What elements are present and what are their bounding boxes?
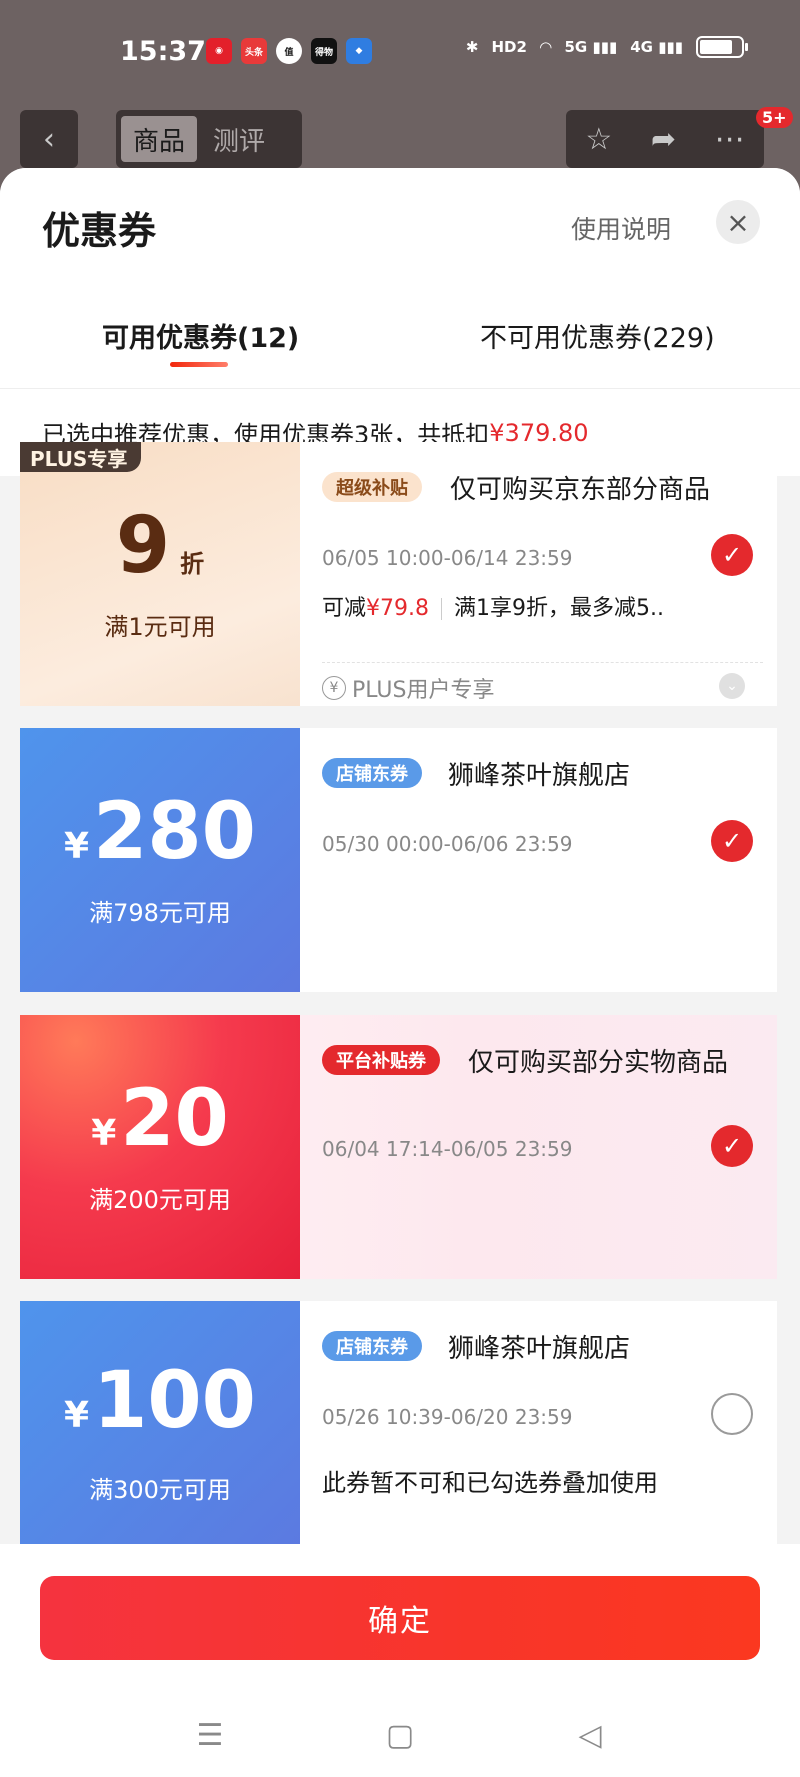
sheet-header: 优惠券 使用说明 × 可用优惠券(12) 不可用优惠券(229): [0, 168, 800, 388]
coupon-condition: 满1元可用: [104, 612, 216, 641]
smzdm-icon: 值: [276, 38, 302, 64]
coupon-date: 05/26 10:39-06/20 23:59: [322, 1405, 573, 1429]
coupon-name: 仅可购买部分实物商品: [468, 1048, 729, 1078]
coupon-saving: 可减¥79.8 满1享9折，最多减5..: [322, 596, 664, 621]
plus-exclusive-badge: PLUS专享: [20, 442, 142, 472]
back-nav-icon[interactable]: ◁: [570, 1715, 610, 1755]
coupon-date: 05/30 00:00-06/06 23:59: [322, 832, 573, 856]
app-icon: ◆: [346, 38, 372, 64]
home-icon[interactable]: ▢: [380, 1715, 420, 1755]
coupon-condition: 满798元可用: [89, 898, 231, 927]
tab-review[interactable]: 测评: [201, 116, 277, 162]
divider: [322, 662, 763, 663]
coupon-card[interactable]: ¥ 100 满300元可用 店铺东券 狮峰茶叶旗舰店 05/26 10:39-0…: [20, 1301, 777, 1565]
confirm-button[interactable]: 确定: [40, 1576, 760, 1660]
coupon-value-panel: ¥ 280 满798元可用: [20, 728, 300, 992]
coupon-tag: 平台补贴券: [322, 1045, 440, 1075]
coupon-card[interactable]: ¥ 20 满200元可用 平台补贴券 仅可购买部分实物商品 06/04 17:1…: [20, 1015, 777, 1279]
coupon-value-panel: ¥ 20 满200元可用: [20, 1015, 300, 1279]
netease-music-icon: ◉: [206, 38, 232, 64]
coupon-value-panel: 9 折 满1元可用: [20, 442, 300, 706]
coupon-date: 06/05 10:00-06/14 23:59: [322, 546, 573, 570]
coupon-checkbox-checked[interactable]: ✓: [711, 534, 753, 576]
usage-instructions-link[interactable]: 使用说明: [571, 210, 671, 246]
coupon-name: 狮峰茶叶旗舰店: [448, 1334, 631, 1364]
coupon-sheet: 优惠券 使用说明 × 可用优惠券(12) 不可用优惠券(229) 已选中推荐优惠…: [0, 168, 800, 1777]
coupon-currency: ¥: [91, 1112, 117, 1154]
status-bar: 15:37 ◉ 头条 值 得物 ◆ ✱ HD2 ◠ 5G ▮▮▮ 4G ▮▮▮: [0, 0, 800, 105]
close-icon[interactable]: ×: [716, 200, 760, 244]
coupon-tag: 店铺东券: [322, 1331, 422, 1361]
coupon-condition: 满300元可用: [89, 1475, 231, 1504]
coupon-amount: 280: [93, 786, 256, 877]
share-icon[interactable]: ➦: [651, 122, 676, 157]
star-icon[interactable]: ☆: [585, 122, 612, 157]
coupon-unit: 折: [180, 549, 205, 578]
wifi-icon: ◠: [539, 38, 552, 56]
coupon-amount: 9: [115, 500, 171, 591]
tab-product[interactable]: 商品: [121, 116, 198, 162]
coupon-name: 狮峰茶叶旗舰店: [448, 761, 631, 791]
chevron-down-icon[interactable]: ⌄: [719, 673, 745, 699]
coupon-card[interactable]: 9 折 满1元可用 PLUS专享 超级补贴 仅可购买京东部分商品 06/05 1…: [20, 442, 777, 706]
coupon-card[interactable]: ¥ 280 满798元可用 店铺东券 狮峰茶叶旗舰店 05/30 00:00-0…: [20, 728, 777, 992]
system-nav-bar: ☰ ▢ ◁: [0, 1701, 800, 1777]
sheet-title: 优惠券: [42, 209, 157, 253]
coupon-note: 此券暂不可和已勾选券叠加使用: [322, 1469, 658, 1497]
coupon-currency: ¥: [64, 825, 90, 867]
dewu-icon: 得物: [311, 38, 337, 64]
more-icon[interactable]: ⋯: [715, 122, 745, 157]
bluetooth-icon: ✱: [465, 38, 479, 56]
coupon-condition: 满200元可用: [89, 1185, 231, 1214]
message-badge: 5+: [756, 107, 793, 128]
tab-available-coupons[interactable]: 可用优惠券(12): [102, 316, 299, 355]
signal-4g: 4G ▮▮▮: [630, 38, 683, 56]
background-actions: ☆ ➦ ⋯: [566, 110, 764, 168]
background-tabs: 商品 测评: [116, 110, 302, 168]
status-time: 15:37: [120, 36, 206, 67]
coupon-name: 仅可购买京东部分商品: [450, 475, 711, 505]
coupon-tag: 超级补贴: [322, 472, 422, 502]
status-right: ✱ HD2 ◠ 5G ▮▮▮ 4G ▮▮▮: [465, 36, 748, 58]
coupon-checkbox-checked[interactable]: ✓: [711, 1125, 753, 1167]
toutiao-icon: 头条: [241, 38, 267, 64]
coupon-amount: 20: [120, 1073, 229, 1164]
back-icon[interactable]: ‹: [20, 110, 78, 168]
coupon-date: 06/04 17:14-06/05 23:59: [322, 1137, 573, 1161]
notification-icons: ◉ 头条 值 得物 ◆: [206, 38, 372, 64]
battery-icon: [696, 36, 748, 58]
signal-5g: 5G ▮▮▮: [564, 38, 618, 56]
background-nav: ‹ 商品 测评 ☆ ➦ ⋯ 5+: [0, 105, 800, 173]
coupon-checkbox-checked[interactable]: ✓: [711, 820, 753, 862]
coupon-footer: ¥ PLUS用户专享: [322, 672, 495, 704]
menu-icon[interactable]: ☰: [190, 1715, 230, 1755]
coupon-tag: 店铺东券: [322, 758, 422, 788]
coupon-checkbox-unchecked[interactable]: [711, 1393, 753, 1435]
tab-unavailable-coupons[interactable]: 不可用优惠券(229): [480, 316, 715, 355]
coupon-value-panel: ¥ 100 满300元可用: [20, 1301, 300, 1565]
yen-icon: ¥: [322, 676, 346, 700]
coupon-amount: 100: [93, 1355, 256, 1446]
coupon-currency: ¥: [64, 1394, 90, 1436]
active-tab-indicator: [170, 362, 228, 367]
hd-label: HD2: [491, 38, 527, 56]
